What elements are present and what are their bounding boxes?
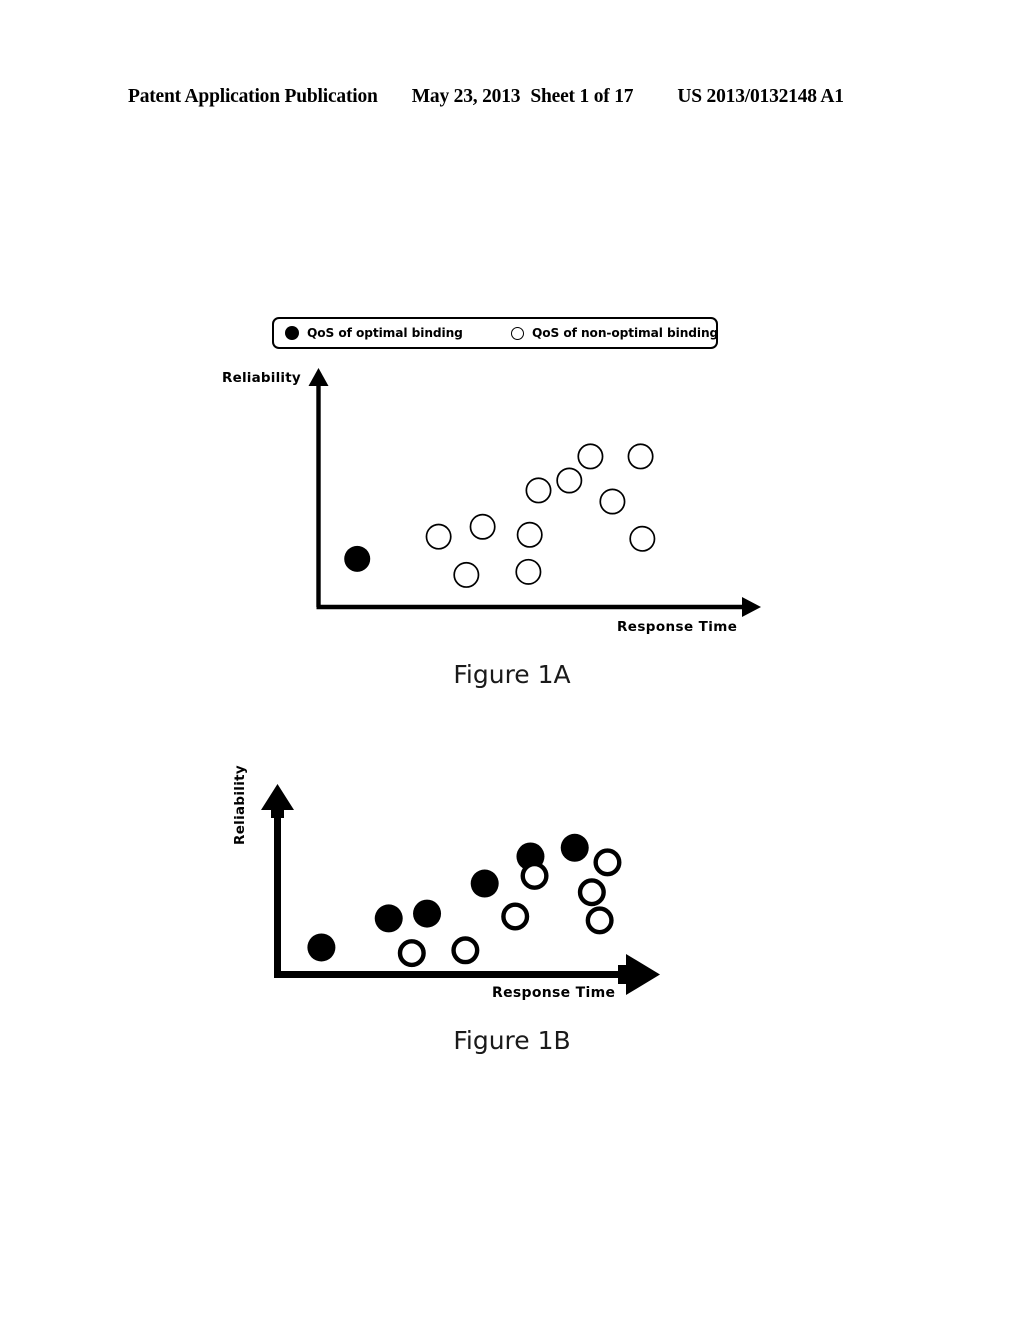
figure-1a-legend: QoS of optimal binding QoS of non-optima… <box>272 317 718 349</box>
data-point-non-optimal <box>556 467 583 494</box>
data-point-non-optimal <box>501 902 530 931</box>
data-point-non-optimal <box>516 521 543 548</box>
data-point-optimal <box>307 933 336 962</box>
figure-1b-svg <box>261 784 660 995</box>
figure-1a-x-axis-arrowhead <box>742 597 761 617</box>
legend-label-non-optimal: QoS of non-optimal binding <box>532 326 719 340</box>
legend-entry-non-optimal: QoS of non-optimal binding <box>511 319 718 347</box>
legend-entry-optimal: QoS of optimal binding <box>285 319 463 347</box>
data-point-non-optimal <box>525 477 552 504</box>
data-point-non-optimal <box>469 513 496 540</box>
figure-1a-y-axis-arrowhead <box>308 368 329 386</box>
data-point-non-optimal <box>627 443 654 470</box>
data-point-non-optimal <box>520 861 549 890</box>
figure-1b-x-axis-arrowhead <box>618 954 660 995</box>
figure-1b-y-axis-label: Reliability <box>232 764 248 845</box>
header-sheet: Sheet 1 of 17 <box>530 86 634 107</box>
header-patent-number: US 2013/0132148 A1 <box>677 86 844 107</box>
figure-1a-caption: Figure 1A <box>453 660 571 689</box>
figure-1a-y-axis-label: Reliability <box>222 370 301 386</box>
data-point-non-optimal <box>425 523 452 550</box>
figure-1b-data-points <box>307 833 622 968</box>
figure-1a-svg <box>308 368 761 617</box>
data-point-optimal <box>470 869 499 898</box>
data-point-non-optimal <box>451 936 480 965</box>
data-point-non-optimal <box>593 848 622 877</box>
data-point-non-optimal <box>577 878 606 907</box>
figure-1b-plot <box>258 778 688 1003</box>
legend-label-optimal: QoS of optimal binding <box>307 326 463 340</box>
page-header: Patent Application Publication May 23, 2… <box>128 86 896 114</box>
data-point-optimal <box>560 833 589 862</box>
figure-1a-plot <box>300 360 780 630</box>
open-circle-icon <box>511 326 524 340</box>
header-publication: Patent Application Publication <box>128 86 378 107</box>
figure-1a-data-points <box>344 443 656 588</box>
data-point-optimal <box>413 899 442 928</box>
figure-1b-caption: Figure 1B <box>453 1026 571 1055</box>
data-point-optimal <box>374 904 403 933</box>
data-point-non-optimal <box>515 558 542 585</box>
data-point-non-optimal <box>585 906 614 935</box>
header-date: May 23, 2013 <box>411 86 521 107</box>
data-point-non-optimal <box>397 939 426 968</box>
filled-circle-icon <box>285 326 299 340</box>
data-point-non-optimal <box>629 525 656 552</box>
figure-1b-y-axis-arrowhead <box>261 784 294 818</box>
data-point-non-optimal <box>599 488 626 515</box>
data-point-optimal <box>344 545 371 572</box>
data-point-non-optimal <box>577 443 604 470</box>
data-point-non-optimal <box>453 561 480 588</box>
